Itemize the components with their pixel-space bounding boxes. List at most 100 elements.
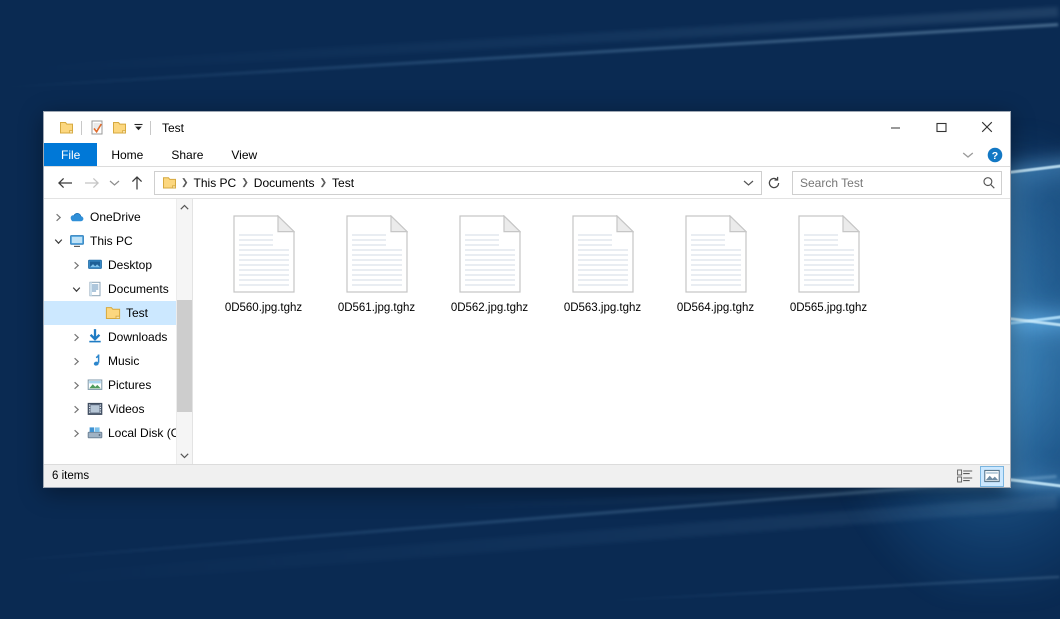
generic-document-icon [233, 215, 295, 296]
folder-icon[interactable] [108, 117, 130, 139]
window-title: Test [162, 121, 184, 135]
file-name-label: 0D560.jpg.tghz [225, 302, 302, 314]
generic-document-icon [572, 215, 634, 296]
breadcrumb-item-test[interactable]: Test [328, 176, 358, 190]
large-icons-view-button[interactable] [980, 466, 1004, 487]
breadcrumb-item-documents[interactable]: Documents [250, 176, 319, 190]
scrollbar-thumb[interactable] [177, 300, 192, 412]
sidebar-item-documents[interactable]: Documents [44, 277, 192, 301]
help-icon[interactable]: ? [986, 146, 1004, 164]
breadcrumb-item-this-pc[interactable]: This PC [190, 176, 241, 190]
details-view-button[interactable] [953, 466, 977, 487]
window-controls [872, 112, 1010, 142]
documents-icon [85, 281, 105, 297]
chevron-right-icon[interactable] [68, 429, 85, 438]
file-item[interactable]: 0D564.jpg.tghz [659, 211, 772, 318]
address-dropdown-icon[interactable] [739, 179, 757, 187]
sidebar-item-local-disk-c[interactable]: Local Disk (C:) [44, 421, 192, 445]
search-icon[interactable] [982, 176, 996, 190]
sidebar-item-desktop[interactable]: Desktop [44, 253, 192, 277]
folder-icon[interactable] [159, 176, 180, 190]
chevron-down-icon[interactable] [50, 237, 67, 246]
recent-locations-button[interactable] [104, 171, 124, 195]
sidebar-item-label: OneDrive [90, 210, 141, 224]
minimize-button[interactable] [872, 112, 918, 142]
cloud-icon [67, 209, 87, 225]
sidebar-item-label: Videos [108, 402, 144, 416]
svg-text:?: ? [992, 149, 998, 161]
file-item[interactable]: 0D565.jpg.tghz [772, 211, 885, 318]
file-item[interactable]: 0D560.jpg.tghz [207, 211, 320, 318]
ribbon-tab-bar: File Home Share View ? [44, 143, 1010, 167]
sidebar-item-label: Desktop [108, 258, 152, 272]
wallpaper-pane [1007, 317, 1060, 491]
desktop: Test File Home Share View [0, 0, 1060, 619]
title-bar: Test [44, 112, 1010, 143]
properties-icon[interactable] [86, 117, 108, 139]
videos-icon [85, 401, 105, 417]
maximize-button[interactable] [918, 112, 964, 142]
sidebar-item-videos[interactable]: Videos [44, 397, 192, 421]
status-bar: 6 items [44, 464, 1010, 487]
tab-home[interactable]: Home [97, 143, 157, 166]
tab-view[interactable]: View [217, 143, 271, 166]
breadcrumb[interactable]: ❯ This PC ❯ Documents ❯ Test [154, 171, 762, 195]
sidebar-item-this-pc[interactable]: This PC [44, 229, 192, 253]
explorer-body: OneDrive This PC Desktop Documents Test Downl… [44, 198, 1010, 464]
sidebar-item-pictures[interactable]: Pictures [44, 373, 192, 397]
generic-document-icon [346, 215, 408, 296]
address-bar: ❯ This PC ❯ Documents ❯ Test [44, 167, 1010, 198]
back-button[interactable] [52, 171, 78, 195]
up-button[interactable] [124, 171, 150, 195]
generic-document-icon [685, 215, 747, 296]
sidebar-item-music[interactable]: Music [44, 349, 192, 373]
sidebar-item-label: Test [126, 306, 148, 320]
file-grid: 0D560.jpg.tghz 0D561.jpg.tghz0D562.jpg.tg… [193, 199, 1010, 318]
tab-file[interactable]: File [44, 143, 97, 166]
sidebar-item-onedrive[interactable]: OneDrive [44, 205, 192, 229]
sidebar-scrollbar[interactable] [176, 199, 192, 464]
music-icon [85, 353, 105, 369]
sidebar-item-label: Downloads [108, 330, 167, 344]
toolbar-separator [81, 121, 82, 135]
file-item[interactable]: 0D561.jpg.tghz [320, 211, 433, 318]
folder-icon [103, 305, 123, 321]
chevron-down-icon[interactable] [68, 285, 85, 294]
file-item[interactable]: 0D562.jpg.tghz [433, 211, 546, 318]
sidebar-item-label: Pictures [108, 378, 151, 392]
file-name-label: 0D564.jpg.tghz [677, 302, 754, 314]
sidebar-item-label: Documents [108, 282, 169, 296]
chevron-right-icon[interactable] [50, 213, 67, 222]
chevron-right-icon[interactable] [68, 405, 85, 414]
scrollbar-track[interactable] [177, 216, 192, 447]
scroll-down-arrow-icon[interactable] [177, 447, 192, 464]
drive-icon [85, 425, 105, 441]
chevron-right-icon[interactable] [68, 261, 85, 270]
scroll-up-arrow-icon[interactable] [177, 199, 192, 216]
file-list-view[interactable]: 0D560.jpg.tghz 0D561.jpg.tghz0D562.jpg.tg… [192, 199, 1010, 464]
tab-share[interactable]: Share [157, 143, 217, 166]
sidebar-item-label: This PC [90, 234, 133, 248]
close-button[interactable] [964, 112, 1010, 142]
chevron-right-icon[interactable] [68, 333, 85, 342]
file-item[interactable]: 0D563.jpg.tghz [546, 211, 659, 318]
wallpaper-pane [1007, 161, 1060, 325]
chevron-down-icon[interactable] [130, 117, 146, 139]
folder-icon[interactable] [55, 117, 77, 139]
chevron-right-icon[interactable] [68, 357, 85, 366]
file-name-label: 0D565.jpg.tghz [790, 302, 867, 314]
forward-button[interactable] [78, 171, 104, 195]
sidebar-item-test[interactable]: Test [44, 301, 192, 325]
sidebar-item-label: Music [108, 354, 139, 368]
search-box[interactable] [792, 171, 1002, 195]
breadcrumb-chevron-icon: ❯ [240, 177, 250, 188]
refresh-button[interactable] [762, 171, 786, 195]
chevron-down-icon[interactable] [958, 145, 978, 165]
sidebar-item-downloads[interactable]: Downloads [44, 325, 192, 349]
item-count-label: 6 items [52, 470, 89, 482]
chevron-right-icon[interactable] [68, 381, 85, 390]
pictures-icon [85, 377, 105, 393]
generic-document-icon [798, 215, 860, 296]
breadcrumb-chevron-icon: ❯ [318, 177, 328, 188]
search-input[interactable] [798, 175, 982, 191]
